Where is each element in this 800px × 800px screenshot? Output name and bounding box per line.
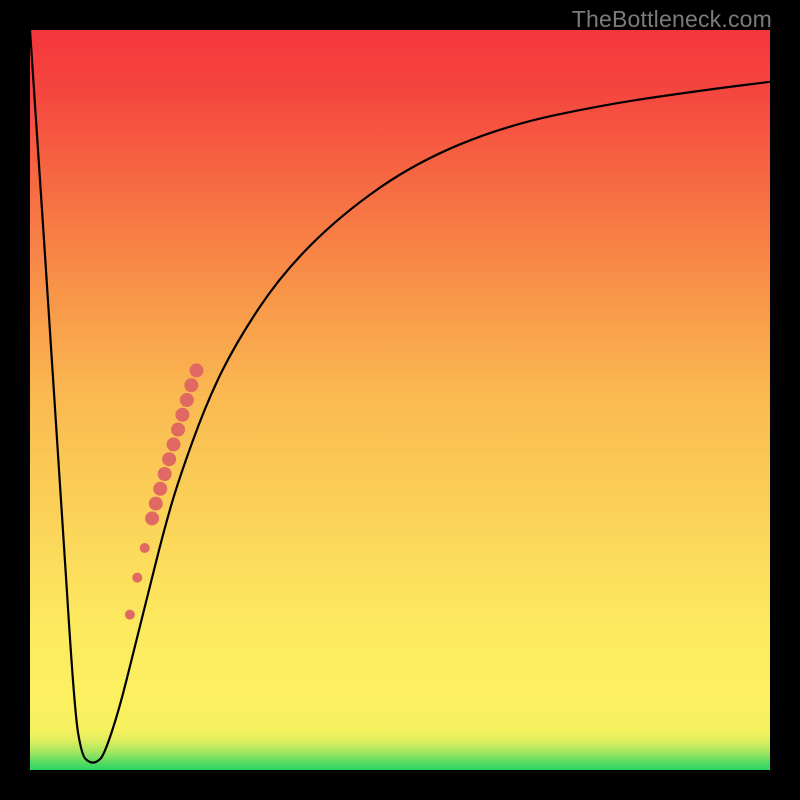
marker-dot xyxy=(132,573,142,583)
curve-layer xyxy=(30,30,770,770)
marker-dot xyxy=(162,452,176,466)
marker-dot xyxy=(190,363,204,377)
watermark-text: TheBottleneck.com xyxy=(572,6,772,33)
marker-dot xyxy=(167,437,181,451)
marker-dot xyxy=(153,482,167,496)
marker-dot xyxy=(175,408,189,422)
marker-dot xyxy=(171,423,185,437)
bottleneck-curve xyxy=(30,30,770,763)
marker-dot xyxy=(184,378,198,392)
marker-dot xyxy=(180,393,194,407)
marker-dot xyxy=(145,511,159,525)
marker-dot xyxy=(125,610,135,620)
plot-area xyxy=(30,30,770,770)
marker-dot xyxy=(149,497,163,511)
marker-dot xyxy=(140,543,150,553)
highlight-dots xyxy=(125,363,204,619)
chart-container: TheBottleneck.com xyxy=(0,0,800,800)
marker-dot xyxy=(158,467,172,481)
